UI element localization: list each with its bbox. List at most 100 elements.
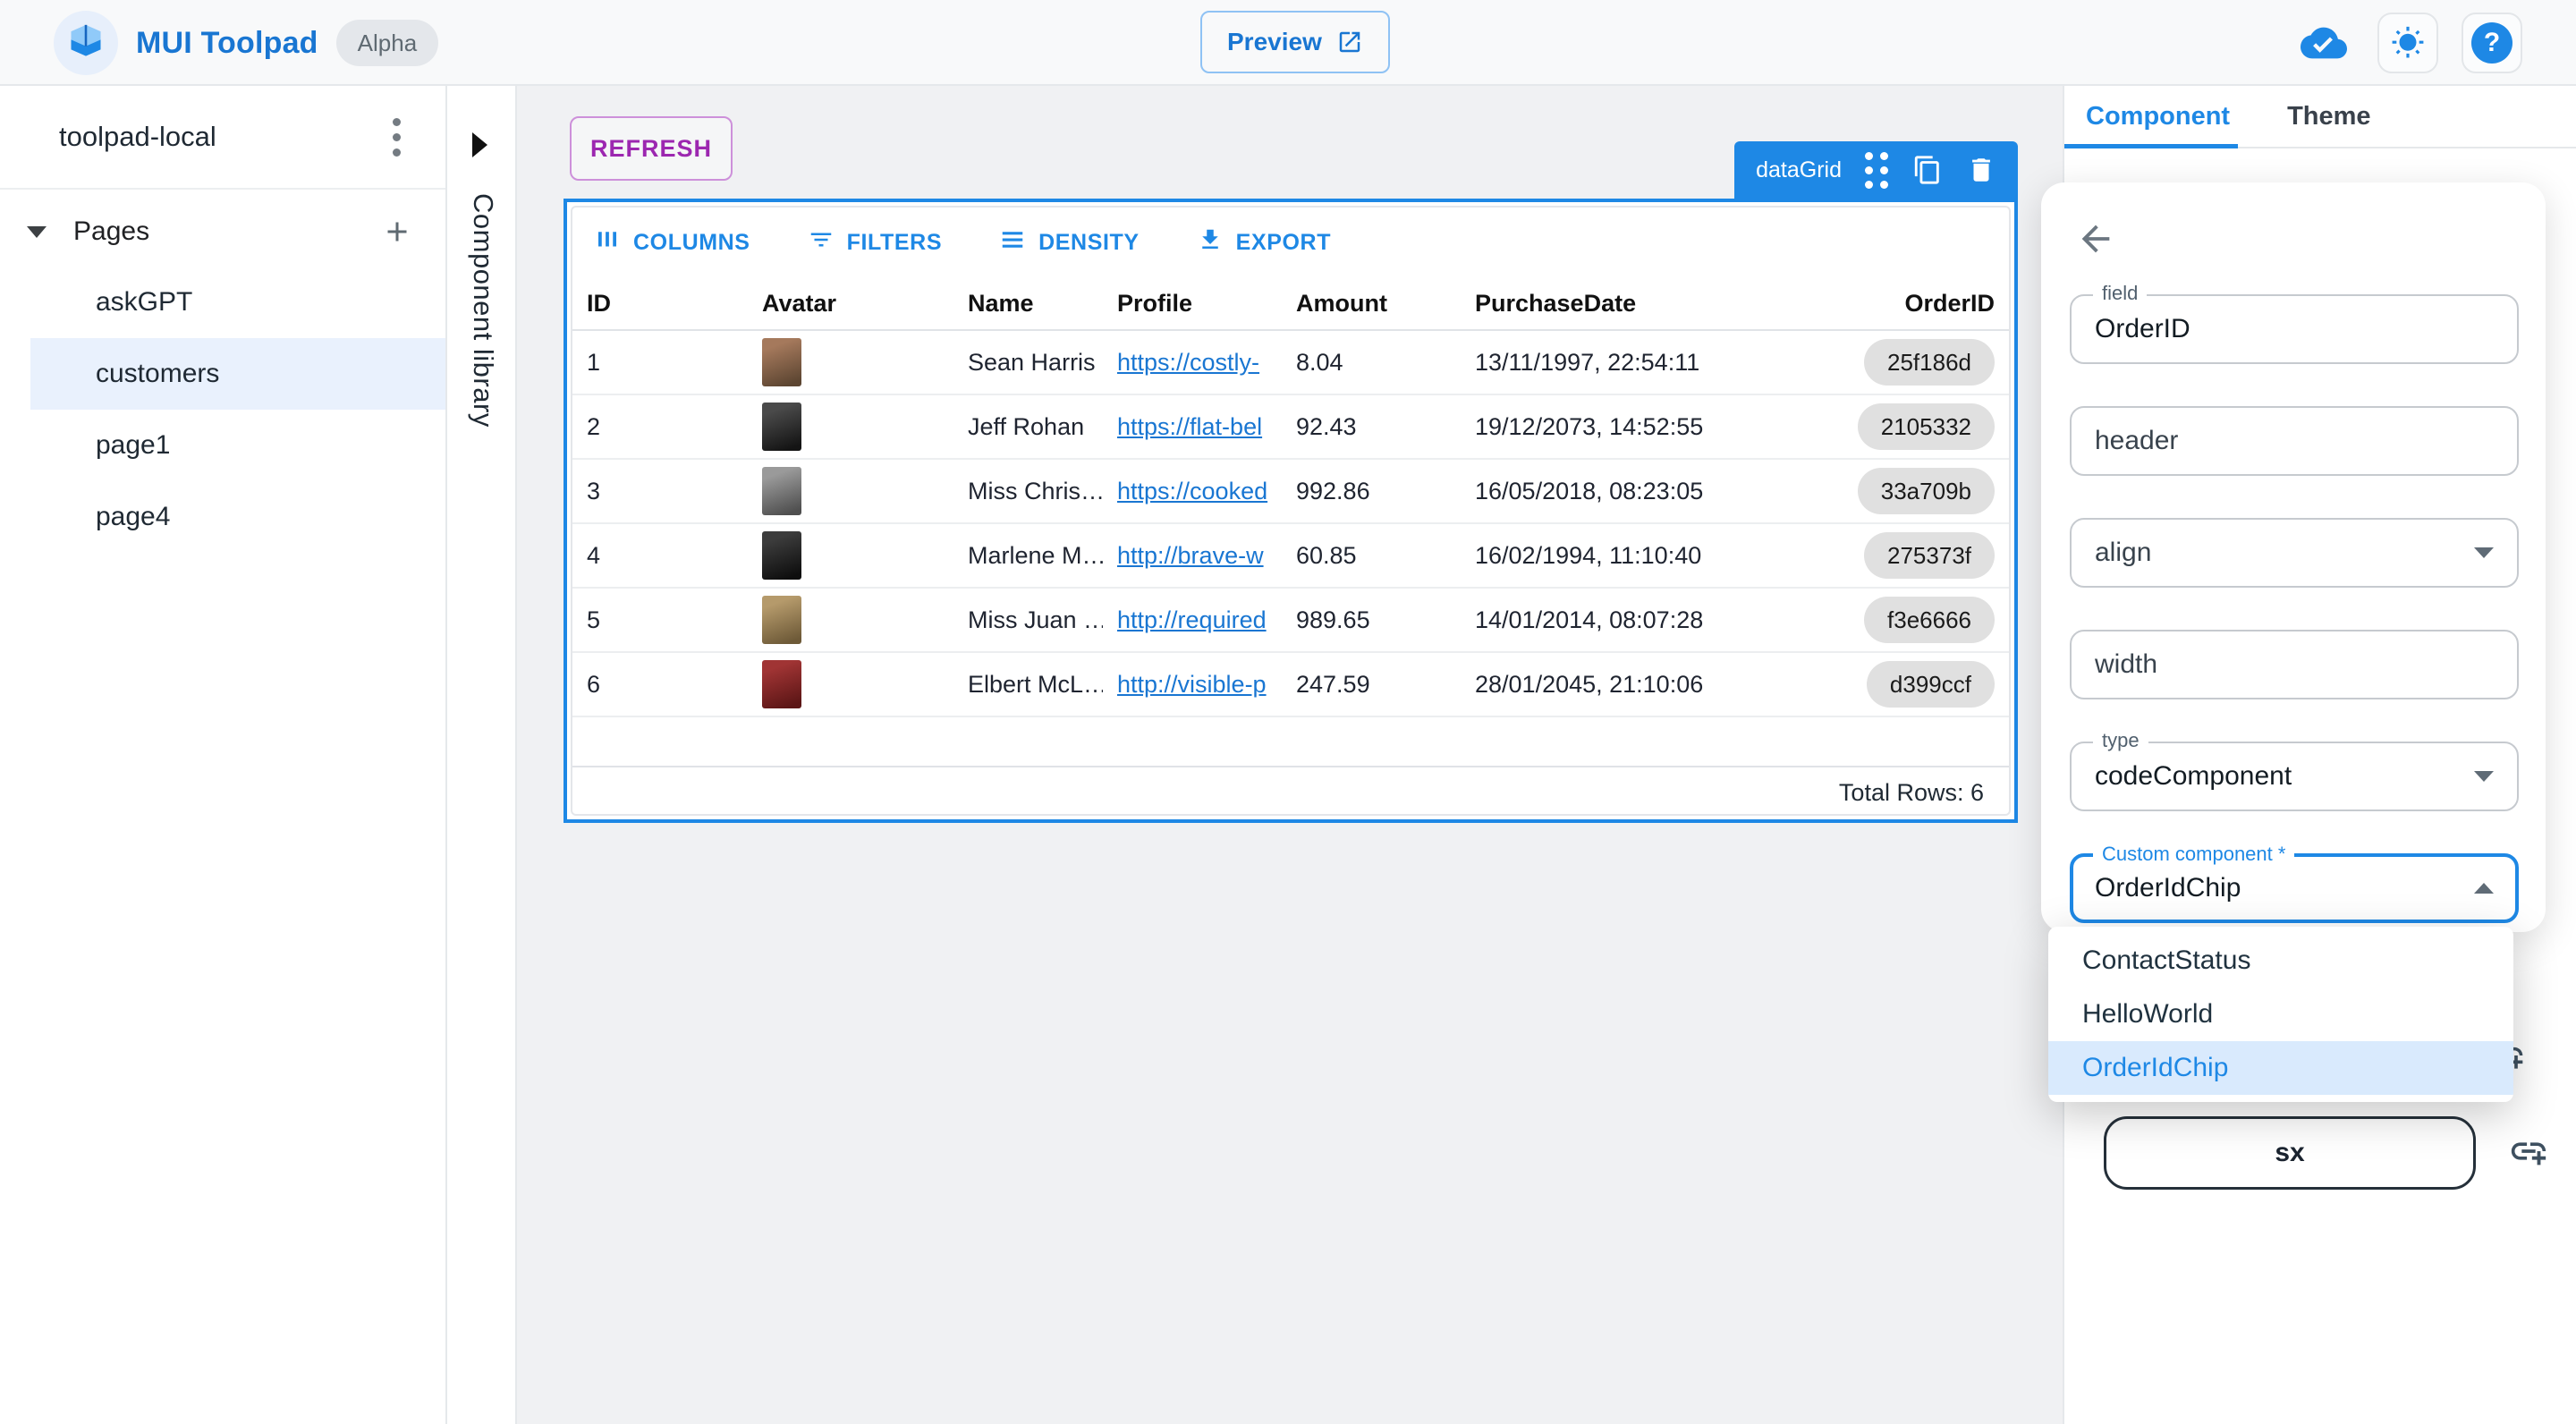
delete-icon[interactable] (1966, 155, 1996, 185)
theme-toggle-button[interactable] (2377, 13, 2438, 73)
menu-item-ContactStatus[interactable]: ContactStatus (2048, 934, 2513, 987)
app-title: MUI Toolpad (136, 26, 318, 61)
cell-profile: http://visible-p (1103, 671, 1282, 699)
column-header-name[interactable]: Name (953, 290, 1103, 318)
explorer-sidebar: toolpad-local Pages askGPTcustomerspage1… (0, 86, 447, 1424)
grid-toolbar-columns-button[interactable]: COLUMNS (594, 226, 750, 259)
add-page-icon[interactable] (381, 216, 413, 248)
sx-button[interactable]: sx (2104, 1116, 2476, 1190)
total-rows-label: Total Rows: 6 (1839, 779, 1984, 807)
cell-purchase-date: 13/11/1997, 22:54:11 (1461, 349, 1837, 377)
pages-list: askGPTcustomerspage1page4 (0, 267, 445, 553)
chevron-down-icon (2474, 547, 2494, 558)
cell-amount: 8.04 (1282, 349, 1461, 377)
sidebar-item-page4[interactable]: page4 (0, 481, 445, 553)
cell-purchase-date: 28/01/2045, 21:10:06 (1461, 671, 1837, 699)
profile-link[interactable]: http://brave-w (1117, 542, 1264, 569)
cell-id: 3 (572, 478, 748, 505)
table-row[interactable]: 6Elbert McL…http://visible-p247.5928/01/… (572, 653, 2009, 717)
field-input[interactable]: field OrderID (2070, 294, 2519, 364)
filter-icon (808, 226, 835, 259)
sidebar-item-customers[interactable]: customers (30, 338, 445, 410)
alpha-badge: Alpha (336, 20, 439, 66)
cell-amount: 92.43 (1282, 413, 1461, 441)
cell-id: 5 (572, 606, 748, 634)
column-header-orderid[interactable]: OrderID (1837, 290, 2009, 318)
cell-profile: http://required (1103, 606, 1282, 634)
cell-id: 1 (572, 349, 748, 377)
align-select[interactable]: align (2070, 518, 2519, 588)
preview-button-label: Preview (1227, 28, 1322, 56)
table-row[interactable]: 2Jeff Rohanhttps://flat-bel92.4319/12/20… (572, 395, 2009, 460)
column-header-amount[interactable]: Amount (1282, 290, 1461, 318)
profile-link[interactable]: https://flat-bel (1117, 413, 1262, 440)
add-binding-icon[interactable] (2508, 1131, 2549, 1176)
profile-link[interactable]: https://cooked (1117, 478, 1267, 504)
sx-row: sx (2104, 1116, 2549, 1190)
table-row[interactable]: 3Miss Chris…https://cooked992.8616/05/20… (572, 460, 2009, 524)
page-canvas: REFRESH dataGrid COLUMNSFILTERSDENSITYEX… (517, 86, 2063, 1424)
menu-item-OrderIdChip[interactable]: OrderIdChip (2048, 1041, 2513, 1095)
width-input-placeholder: width (2095, 649, 2494, 680)
expand-library-icon[interactable] (472, 132, 487, 157)
cell-name: Jeff Rohan (953, 413, 1103, 441)
tab-theme[interactable]: Theme (2287, 86, 2370, 147)
sidebar-item-page1[interactable]: page1 (0, 410, 445, 481)
table-row[interactable]: 1Sean Harrishttps://costly-8.0413/11/199… (572, 331, 2009, 395)
grid-toolbar-export-button[interactable]: EXPORT (1197, 226, 1331, 259)
custom-component-menu: ContactStatusHelloWorldOrderIdChip (2048, 927, 2513, 1102)
drag-handle-icon[interactable] (1865, 152, 1889, 189)
avatar (762, 596, 801, 644)
collapse-arrow-icon[interactable] (27, 226, 47, 238)
cell-avatar (748, 338, 953, 386)
custom-component-label: Custom component * (2093, 843, 2294, 866)
data-grid-toolbar: COLUMNS FILTERS DENSITY EXPORT (572, 208, 2009, 277)
project-menu-button[interactable] (384, 109, 410, 165)
sidebar-item-askGPT[interactable]: askGPT (0, 267, 445, 338)
field-input-value: OrderID (2095, 314, 2494, 344)
type-select-value: codeComponent (2095, 761, 2474, 792)
profile-link[interactable]: http://required (1117, 606, 1267, 633)
columns-icon (594, 226, 621, 259)
column-properties-popover: field OrderID header align width type co… (2041, 182, 2546, 932)
cell-amount: 992.86 (1282, 478, 1461, 505)
component-library-strip[interactable]: Component library (447, 86, 517, 1424)
cell-order-id: 33a709b (1837, 468, 2009, 514)
width-input[interactable]: width (2070, 630, 2519, 699)
custom-component-value: OrderIdChip (2095, 873, 2474, 903)
cell-avatar (748, 596, 953, 644)
profile-link[interactable]: http://visible-p (1117, 671, 1267, 698)
menu-item-HelloWorld[interactable]: HelloWorld (2048, 987, 2513, 1041)
selected-component-outline[interactable]: dataGrid COLUMNSFILTERSDENSITYEXPORT IDA… (564, 199, 2018, 823)
tab-component[interactable]: Component (2086, 86, 2230, 147)
column-header-avatar[interactable]: Avatar (748, 290, 953, 318)
cell-avatar (748, 660, 953, 708)
column-header-id[interactable]: ID (572, 290, 748, 318)
grid-toolbar-density-button[interactable]: DENSITY (999, 226, 1140, 259)
back-button[interactable] (2070, 213, 2122, 267)
inspector-tabs: Component Theme (2064, 86, 2576, 148)
cell-avatar (748, 531, 953, 580)
chevron-up-icon (2474, 883, 2494, 894)
cell-purchase-date: 14/01/2014, 08:07:28 (1461, 606, 1837, 634)
cell-amount: 247.59 (1282, 671, 1461, 699)
refresh-button[interactable]: REFRESH (570, 116, 733, 181)
header-input[interactable]: header (2070, 406, 2519, 476)
cell-name: Miss Chris… (953, 478, 1103, 505)
order-id-chip: 33a709b (1858, 468, 1995, 514)
duplicate-icon[interactable] (1912, 155, 1943, 185)
help-button[interactable]: ? (2462, 13, 2522, 73)
cell-amount: 60.85 (1282, 542, 1461, 570)
cell-avatar (748, 467, 953, 515)
preview-button[interactable]: Preview (1200, 11, 1390, 73)
type-select[interactable]: type codeComponent (2070, 742, 2519, 811)
grid-toolbar-filters-button[interactable]: FILTERS (808, 226, 943, 259)
profile-link[interactable]: https://costly- (1117, 349, 1259, 376)
table-row[interactable]: 4Marlene M…http://brave-w60.8516/02/1994… (572, 524, 2009, 589)
cell-id: 2 (572, 413, 748, 441)
custom-component-select[interactable]: Custom component * OrderIdChip (2070, 853, 2519, 923)
column-header-profile[interactable]: Profile (1103, 290, 1282, 318)
column-header-purchasedate[interactable]: PurchaseDate (1461, 290, 1837, 318)
table-row[interactable]: 5Miss Juan …http://required989.6514/01/2… (572, 589, 2009, 653)
order-id-chip: 2105332 (1858, 403, 1995, 450)
